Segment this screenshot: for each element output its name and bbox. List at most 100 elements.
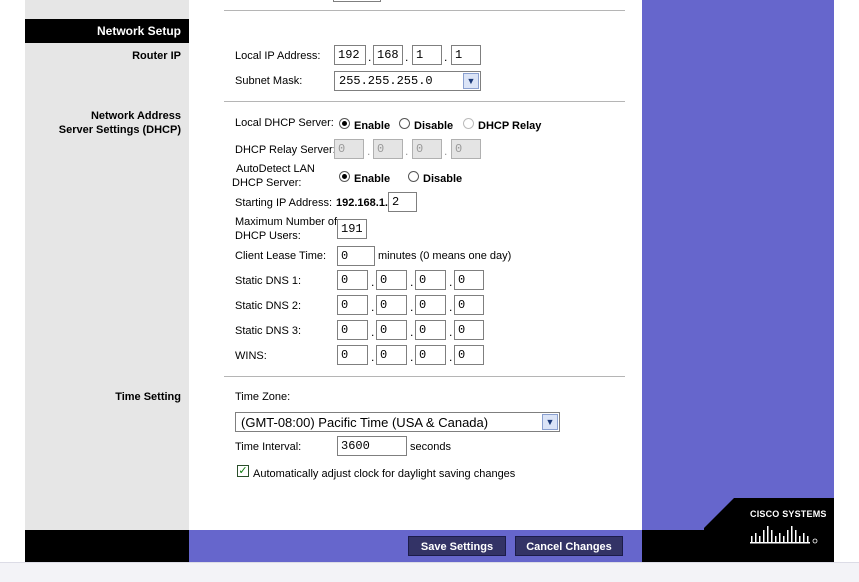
time-zone-value: (GMT-08:00) Pacific Time (USA & Canada) — [241, 415, 489, 430]
dns3-label: Static DNS 3: — [235, 325, 302, 337]
section-header-label: Network Setup — [96, 24, 181, 38]
time-setting-label: Time Setting — [115, 391, 181, 403]
ip-dot: . — [449, 350, 453, 364]
ip-dot: . — [371, 350, 375, 364]
dns1-label: Static DNS 1: — [235, 275, 302, 287]
divider — [224, 101, 625, 102]
save-settings-button[interactable]: Save Settings — [408, 536, 506, 556]
local-ip-octet-1[interactable]: 192 — [334, 45, 366, 65]
divider — [224, 10, 625, 11]
chevron-down-icon[interactable]: ▼ — [463, 73, 479, 89]
dns3-octet-1[interactable]: 0 — [337, 320, 368, 340]
ip-dot: . — [371, 275, 375, 289]
dns2-label: Static DNS 2: — [235, 300, 302, 312]
dns1-octet-3[interactable]: 0 — [415, 270, 446, 290]
starting-ip-last-octet[interactable]: 2 — [388, 192, 417, 212]
dns2-octet-2[interactable]: 0 — [376, 295, 407, 315]
wins-octet-4[interactable]: 0 — [454, 345, 484, 365]
dhcp-section: Network Address Server Settings (DHCP) — [25, 110, 181, 140]
dns3-octet-2[interactable]: 0 — [376, 320, 407, 340]
autodetect-label-line2: DHCP Server: — [232, 177, 302, 189]
max-users-label-line2: DHCP Users: — [235, 230, 301, 242]
dns3-octet-4[interactable]: 0 — [454, 320, 484, 340]
ip-dot: . — [371, 300, 375, 314]
local-ip-octet-4[interactable]: 1 — [451, 45, 481, 65]
relay-ip-octet-1[interactable]: 0 — [334, 139, 364, 159]
relay-ip-octet-3[interactable]: 0 — [412, 139, 442, 159]
dns1-octet-1[interactable]: 0 — [337, 270, 368, 290]
dhcp-enable-label: Enable — [354, 120, 391, 132]
dhcp-disable-label: Disable — [414, 120, 454, 132]
time-interval-input[interactable]: 3600 — [337, 436, 407, 456]
ip-dot: . — [449, 325, 453, 339]
ip-dot: . — [410, 275, 414, 289]
subnet-mask-value: 255.255.255.0 — [339, 74, 433, 88]
router-ip-label: Router IP — [132, 50, 181, 62]
time-zone-label: Time Zone: — [235, 391, 291, 403]
time-interval-suffix: seconds — [410, 441, 451, 453]
chevron-down-icon[interactable]: ▼ — [542, 414, 558, 430]
cancel-changes-button[interactable]: Cancel Changes — [515, 536, 623, 556]
dns2-octet-3[interactable]: 0 — [415, 295, 446, 315]
subnet-mask-select[interactable]: 255.255.255.0 ▼ — [334, 71, 481, 91]
autodetect-disable-label: Disable — [423, 173, 463, 185]
dst-checkbox-label: Automatically adjust clock for daylight … — [253, 468, 516, 480]
local-ip-label: Local IP Address: — [235, 50, 321, 62]
left-sidebar — [25, 0, 189, 530]
dhcp-disable-radio[interactable] — [399, 118, 410, 129]
dhcp-label-line2: Server Settings (DHCP) — [58, 124, 181, 136]
dns2-octet-4[interactable]: 0 — [454, 295, 484, 315]
ip-dot: . — [405, 144, 409, 158]
divider — [224, 376, 625, 377]
starting-ip-label: Starting IP Address: — [235, 197, 333, 209]
ip-dot: . — [444, 144, 448, 158]
wins-octet-3[interactable]: 0 — [415, 345, 446, 365]
dhcp-relay-radio[interactable] — [463, 118, 474, 129]
lease-time-input[interactable]: 0 — [337, 246, 375, 266]
partial-input-top — [333, 0, 381, 2]
wins-octet-1[interactable]: 0 — [337, 345, 368, 365]
ip-dot: . — [449, 275, 453, 289]
subnet-label: Subnet Mask: — [235, 75, 303, 87]
ip-dot: . — [410, 325, 414, 339]
ip-dot: . — [444, 50, 448, 64]
time-zone-select[interactable]: (GMT-08:00) Pacific Time (USA & Canada) … — [235, 412, 560, 432]
wins-label: WINS: — [235, 350, 267, 362]
ip-dot: . — [410, 350, 414, 364]
local-ip-octet-3[interactable]: 1 — [412, 45, 442, 65]
starting-ip-prefix: 192.168.1. — [336, 197, 388, 209]
wins-octet-2[interactable]: 0 — [376, 345, 407, 365]
ip-dot: . — [405, 50, 409, 64]
dns3-octet-3[interactable]: 0 — [415, 320, 446, 340]
ip-dot: . — [368, 50, 372, 64]
relay-ip-octet-4[interactable]: 0 — [451, 139, 481, 159]
autodetect-enable-label: Enable — [354, 173, 391, 185]
dhcp-label-line1: Network Address — [90, 110, 181, 122]
dns1-octet-4[interactable]: 0 — [454, 270, 484, 290]
logo-corner-wedge — [704, 498, 734, 528]
lease-time-suffix: minutes (0 means one day) — [378, 250, 512, 262]
max-users-input[interactable]: 191 — [337, 219, 367, 239]
dst-checkbox[interactable]: ✓ — [237, 465, 249, 477]
local-ip-octet-2[interactable]: 168 — [373, 45, 403, 65]
lease-time-label: Client Lease Time: — [235, 250, 327, 262]
autodetect-enable-radio[interactable] — [339, 171, 350, 182]
window-bottom-strip — [0, 562, 859, 582]
ip-dot: . — [371, 325, 375, 339]
autodetect-label-line1: AutoDetect LAN — [236, 163, 315, 175]
dns2-octet-1[interactable]: 0 — [337, 295, 368, 315]
time-interval-label: Time Interval: — [235, 441, 302, 453]
dhcp-relay-label: DHCP Relay — [478, 120, 542, 132]
right-decor-panel — [642, 0, 834, 530]
section-header: Network Setup — [25, 19, 189, 43]
cisco-wordmark: CISCO SYSTEMS — [750, 509, 827, 519]
autodetect-disable-radio[interactable] — [408, 171, 419, 182]
dhcp-enable-radio[interactable] — [339, 118, 350, 129]
local-dhcp-server-label: Local DHCP Server: — [235, 117, 334, 129]
ip-dot: . — [410, 300, 414, 314]
max-users-label-line1: Maximum Number of — [235, 216, 338, 228]
relay-ip-octet-2[interactable]: 0 — [373, 139, 403, 159]
ip-dot: . — [367, 144, 371, 158]
ip-dot: . — [449, 300, 453, 314]
dns1-octet-2[interactable]: 0 — [376, 270, 407, 290]
